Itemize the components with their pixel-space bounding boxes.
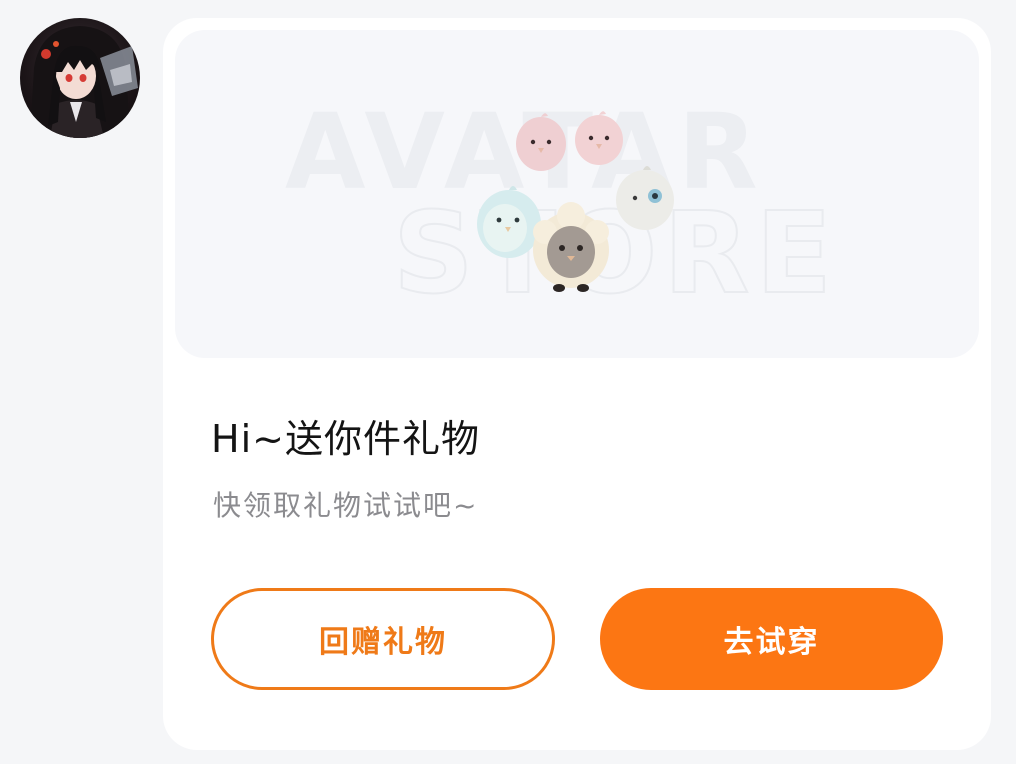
sheep-chick-icon — [533, 202, 609, 292]
chat-gift-message: AVATAR STORE — [0, 0, 1016, 764]
pink-chick-left-icon — [516, 113, 566, 171]
pink-chick-right-icon — [575, 111, 623, 165]
return-gift-button[interactable]: 回赠礼物 — [211, 588, 555, 690]
avatar-store-banner: AVATAR STORE — [175, 30, 979, 358]
chick-plush-group-icon — [477, 111, 674, 292]
gift-card: AVATAR STORE — [163, 18, 991, 750]
gift-title: Hi~送你件礼物 — [211, 417, 480, 461]
anime-girl-avatar-icon — [30, 26, 138, 138]
blue-chick-icon — [477, 186, 541, 258]
white-chick-icon — [616, 166, 674, 230]
sender-avatar[interactable] — [20, 18, 140, 138]
try-on-button[interactable]: 去试穿 — [600, 588, 943, 690]
gift-subtitle: 快领取礼物试试吧~ — [213, 489, 479, 522]
